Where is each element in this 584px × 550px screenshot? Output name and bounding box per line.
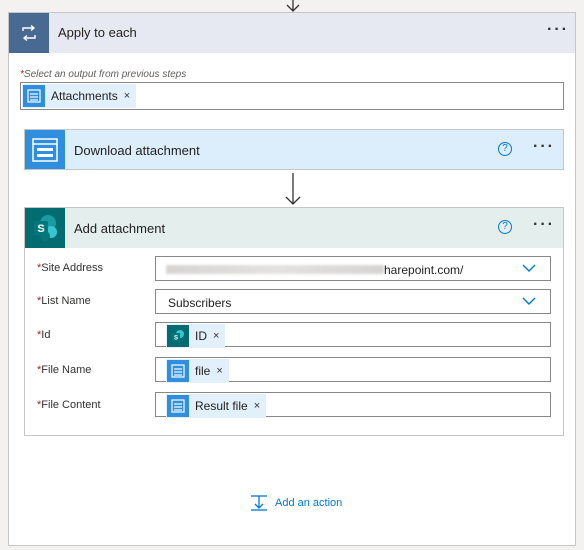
sharepoint-icon: S xyxy=(25,208,65,248)
file-content-label: *File Content xyxy=(37,399,101,411)
attachments-token[interactable]: Attachments × xyxy=(22,84,137,108)
download-attachment-action[interactable]: Download attachment ? ··· xyxy=(24,129,564,170)
apply-to-each-title: Apply to each xyxy=(58,25,137,40)
remove-token-icon[interactable]: × xyxy=(254,400,260,412)
add-attachment-header[interactable]: S Add attachment ? ··· xyxy=(25,208,563,248)
site-address-label: *Site Address xyxy=(37,262,103,274)
help-icon[interactable]: ? xyxy=(498,142,512,156)
form-table-icon xyxy=(25,130,65,169)
list-name-dropdown[interactable]: Subscribers xyxy=(155,289,551,314)
loop-more-options-button[interactable]: ··· xyxy=(547,21,569,39)
token-label: file xyxy=(195,364,211,378)
remove-token-icon[interactable]: × xyxy=(124,90,130,102)
site-address-dropdown[interactable]: harepoint.com/ xyxy=(155,256,551,281)
chevron-down-icon[interactable] xyxy=(522,263,536,273)
output-label-text: Select an output from previous steps xyxy=(23,69,187,80)
loop-arrows-icon xyxy=(9,13,49,53)
apply-to-each-header[interactable]: Apply to each ··· xyxy=(9,13,575,53)
site-address-value: harepoint.com/ xyxy=(384,263,464,277)
attach-more-options-button[interactable]: ··· xyxy=(533,216,555,234)
download-more-options-button[interactable]: ··· xyxy=(533,138,555,156)
file-token[interactable]: file × xyxy=(166,359,229,383)
download-attachment-title: Download attachment xyxy=(74,143,200,158)
id-label-text: Id xyxy=(41,329,51,341)
chevron-down-icon[interactable] xyxy=(522,296,536,306)
add-attachment-title: Add attachment xyxy=(74,221,166,236)
form-table-icon xyxy=(23,85,45,107)
id-input[interactable]: S ID × xyxy=(155,322,551,348)
list-name-label: *List Name xyxy=(37,295,91,307)
download-attachment-header[interactable]: Download attachment ? ··· xyxy=(25,130,563,169)
token-label: Result file xyxy=(195,399,248,413)
file-content-input[interactable]: Result file × xyxy=(155,392,551,418)
output-input[interactable]: Attachments × xyxy=(20,82,564,110)
sharepoint-letter: S xyxy=(37,223,44,235)
token-label: Attachments xyxy=(51,89,118,103)
redacted-site-name xyxy=(166,265,384,274)
file-name-input[interactable]: file × xyxy=(155,357,551,383)
insert-step-icon xyxy=(251,495,267,511)
sharepoint-icon: S xyxy=(167,325,189,347)
add-an-action-button[interactable]: Add an action xyxy=(249,494,342,512)
list-name-value: Subscribers xyxy=(168,296,232,310)
site-address-label-text: Site Address xyxy=(41,262,104,274)
file-name-label-text: File Name xyxy=(41,364,92,376)
id-token[interactable]: S ID × xyxy=(166,324,226,348)
file-name-label: *File Name xyxy=(37,364,91,376)
connector-arrow-icon xyxy=(285,173,301,205)
form-table-icon xyxy=(167,395,189,417)
output-field-label: *Select an output from previous steps xyxy=(20,69,186,80)
add-attachment-action[interactable]: S Add attachment ? ··· *Site Address har… xyxy=(24,207,564,436)
sharepoint-letter: S xyxy=(174,336,178,342)
id-label: *Id xyxy=(37,329,50,341)
token-label: ID xyxy=(195,329,207,343)
result-file-token[interactable]: Result file × xyxy=(166,394,267,418)
list-name-label-text: List Name xyxy=(41,295,91,307)
remove-token-icon[interactable]: × xyxy=(216,365,222,377)
add-an-action-label: Add an action xyxy=(275,497,343,509)
help-icon[interactable]: ? xyxy=(498,220,512,234)
apply-to-each-card: Apply to each ··· *Select an output from… xyxy=(8,12,576,546)
incoming-arrow-icon xyxy=(286,0,300,12)
file-content-label-text: File Content xyxy=(41,399,101,411)
form-table-icon xyxy=(167,360,189,382)
remove-token-icon[interactable]: × xyxy=(213,330,219,342)
